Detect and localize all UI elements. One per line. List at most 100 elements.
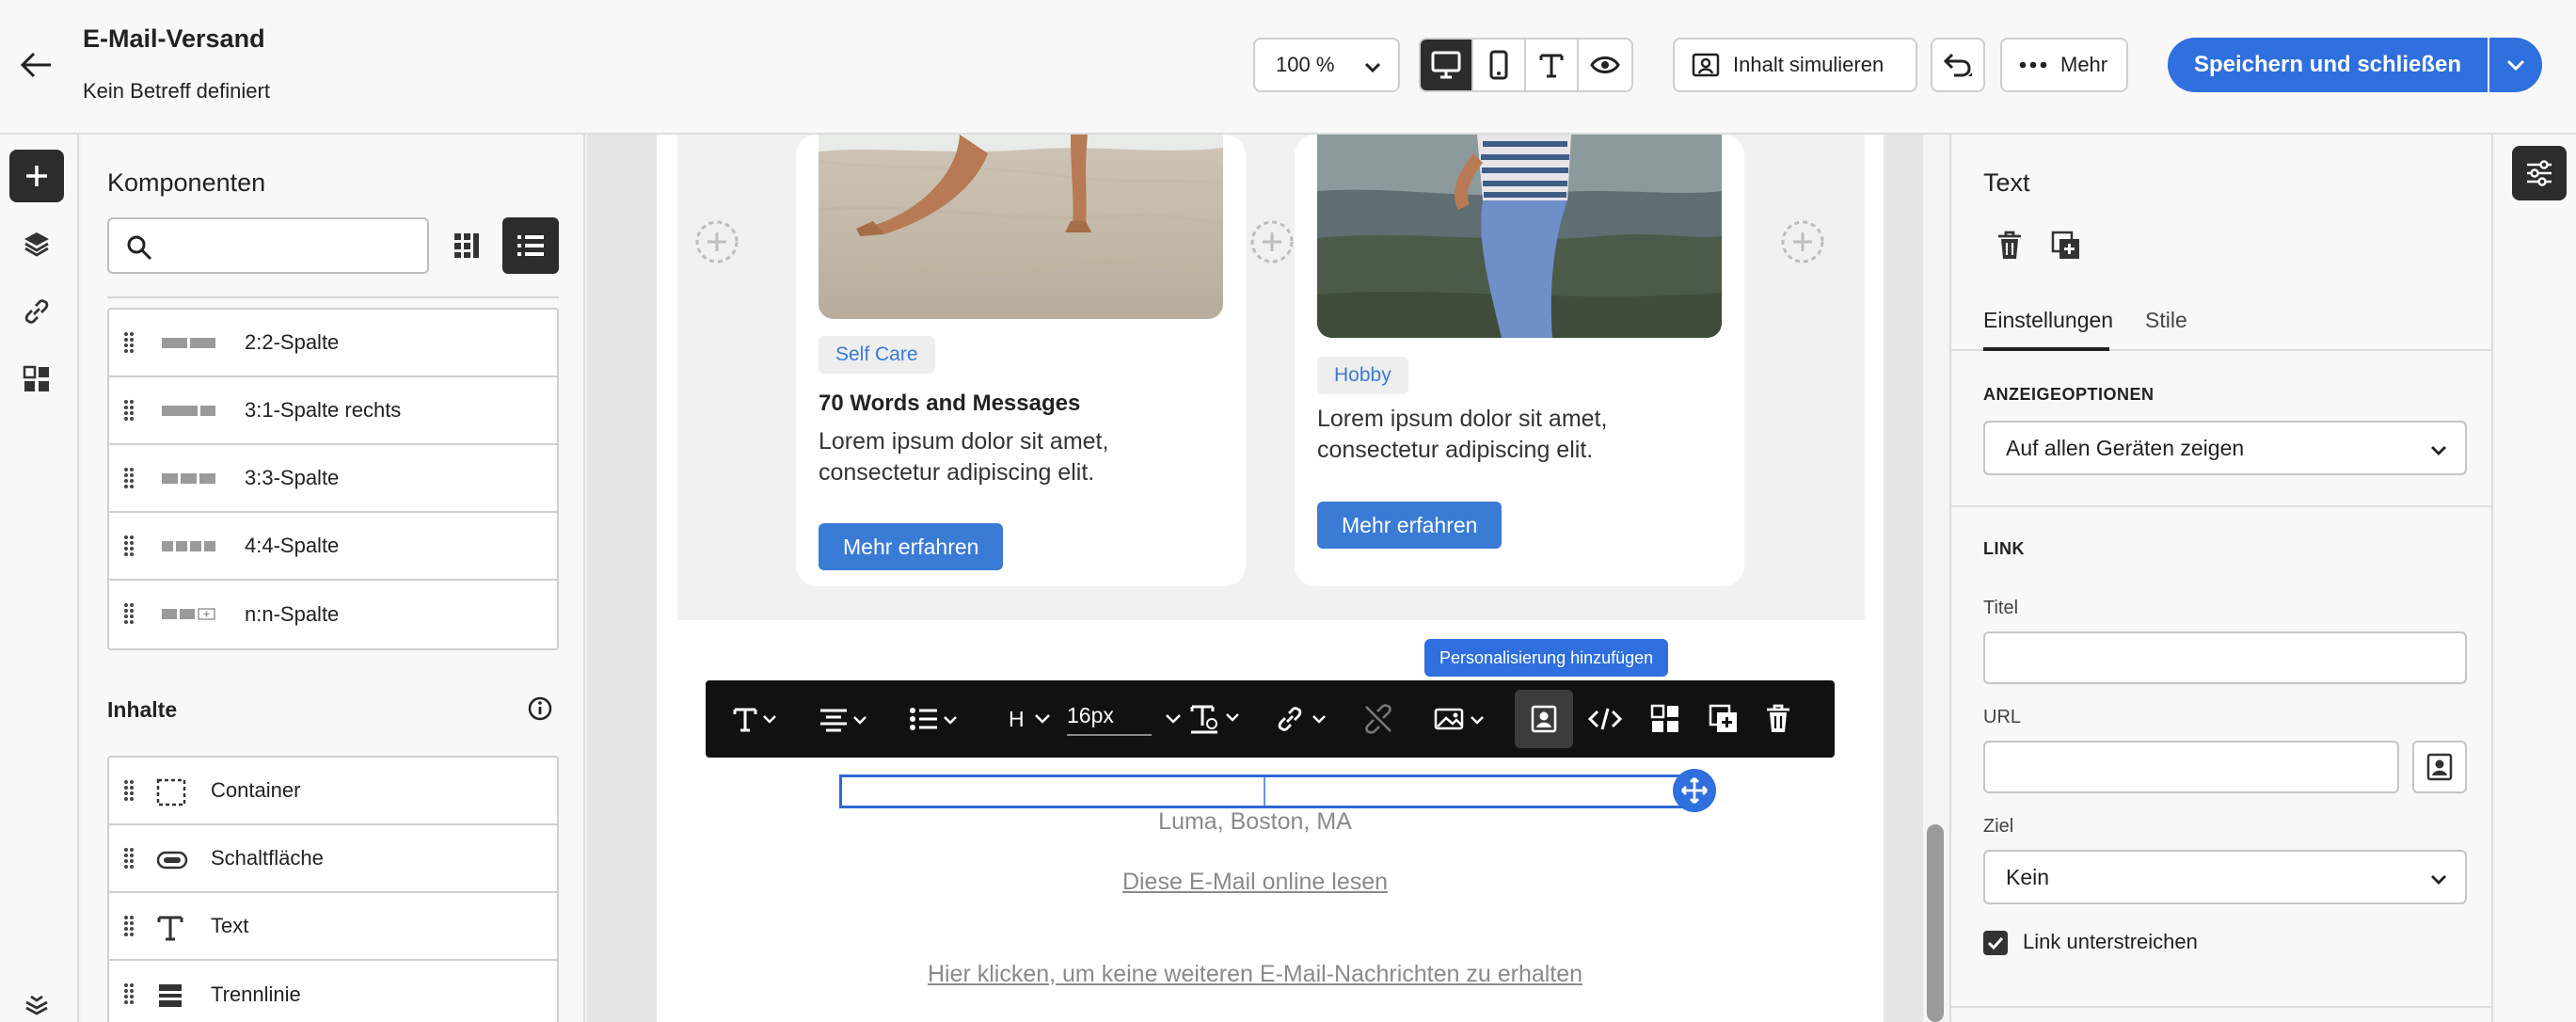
view-online-link: Diese E-Mail online lesen (587, 869, 1923, 896)
article-card[interactable]: Hobby Lorem ipsum dolor sit amet, consec… (1295, 135, 1744, 586)
desktop-view-button[interactable] (1421, 40, 1473, 90)
unsubscribe-text[interactable]: Hier klicken, um keine weiteren E-Mail-N… (928, 961, 1582, 987)
url-personalization-button[interactable] (2412, 741, 2467, 793)
simulate-content-button[interactable]: Inhalt simulieren (1673, 38, 1917, 92)
content-item-divider[interactable]: Trennlinie (109, 961, 557, 1022)
link-title-input[interactable] (1983, 631, 2467, 684)
link-url-input[interactable] (1983, 741, 2399, 793)
contents-heading: Inhalte (107, 697, 178, 722)
content-label: Container (211, 778, 301, 802)
add-components-button[interactable] (9, 150, 64, 202)
image-dropdown[interactable] (1434, 680, 1492, 758)
properties-toggle-button[interactable] (2512, 146, 2567, 200)
component-search[interactable] (107, 217, 429, 274)
drag-handle-icon (124, 468, 134, 488)
three-column-icon (162, 473, 215, 484)
search-input[interactable] (166, 229, 420, 264)
delete-button[interactable] (1765, 680, 1791, 758)
view-online-text[interactable]: Diese E-Mail online lesen (1122, 869, 1388, 895)
content-item-button[interactable]: Schaltfläche (109, 825, 557, 893)
text-color-icon (1190, 705, 1239, 734)
add-column-icon[interactable] (1249, 219, 1295, 264)
add-personalization-button[interactable] (1515, 690, 1573, 748)
card-text: Lorem ipsum dolor sit amet, consectetur … (1317, 406, 1608, 463)
content-label: Schaltfläche (211, 846, 324, 870)
undo-button[interactable] (1931, 38, 1985, 92)
display-options-value: Auf allen Geräten zeigen (2006, 435, 2245, 460)
divider-icon (159, 984, 182, 1007)
content-item-container[interactable]: Container (109, 758, 557, 825)
article-card[interactable]: Self Care 70 Words and Messages Lorem ip… (796, 135, 1246, 586)
personalization-icon (1531, 705, 1557, 733)
n-column-icon (162, 608, 215, 620)
text-view-button[interactable] (1526, 40, 1579, 90)
font-size-field[interactable]: 16px (1067, 680, 1182, 758)
list-icon (517, 235, 544, 256)
back-arrow-icon[interactable] (17, 45, 56, 85)
chevron-down-icon (2431, 446, 2446, 455)
structure-item-4-4[interactable]: 4:4-Spalte (109, 513, 557, 581)
duplicate-component-button[interactable] (2045, 225, 2087, 266)
undo-icon (1943, 53, 1972, 77)
structure-item-3-1[interactable]: 3:1-Spalte rechts (109, 377, 557, 445)
duplicate-button[interactable] (1709, 680, 1739, 758)
card-tag: Self Care (819, 336, 935, 374)
add-column-icon[interactable] (1780, 219, 1825, 264)
more-button[interactable]: Mehr (2000, 38, 2128, 92)
save-and-close-button[interactable]: Speichern und schließen (2168, 38, 2488, 92)
text-style-dropdown[interactable] (732, 680, 781, 758)
html-source-button[interactable] (1588, 680, 1622, 758)
learn-more-button[interactable]: Mehr erfahren (1317, 502, 1503, 549)
align-dropdown[interactable] (819, 680, 871, 758)
card-tag: Hobby (1317, 357, 1408, 394)
list-view-button[interactable] (502, 217, 559, 274)
underline-link-checkbox[interactable] (1983, 931, 2008, 955)
components-panel: Komponenten 2:2-Spalte 3:1-Spalte rechts… (81, 135, 585, 1022)
button-icon (156, 851, 188, 870)
learn-more-button[interactable]: Mehr erfahren (819, 523, 1004, 570)
drag-handle-icon (124, 603, 134, 624)
grid-view-button[interactable] (444, 223, 489, 268)
code-icon (1588, 708, 1622, 730)
layers-button[interactable] (9, 217, 64, 270)
layers-icon (24, 232, 49, 257)
card-section[interactable]: Self Care 70 Words and Messages Lorem ip… (677, 135, 1865, 620)
fragments-icon (23, 365, 49, 391)
structure-item-3-3[interactable]: 3:3-Spalte (109, 445, 557, 513)
top-header: E-Mail-Versand Kein Betreff definiert 10… (0, 0, 2576, 135)
list-dropdown[interactable] (909, 680, 962, 758)
page-subtitle: Kein Betreff definiert (83, 79, 270, 103)
delete-component-button[interactable] (1989, 225, 2030, 266)
unlink-button[interactable] (1362, 680, 1394, 758)
canvas-scrollbar[interactable] (1927, 824, 1944, 1022)
mobile-view-button[interactable] (1473, 40, 1526, 90)
link-target-select[interactable]: Kein (1983, 850, 2467, 904)
structure-item-n-n[interactable]: n:n-Spalte (109, 581, 557, 648)
fragment-button[interactable] (1650, 680, 1680, 758)
info-icon[interactable] (527, 695, 553, 722)
more-label: Mehr (2060, 53, 2108, 76)
structure-item-2-2[interactable]: 2:2-Spalte (109, 310, 557, 377)
move-handle[interactable] (1673, 769, 1716, 812)
font-size-value: 16px (1067, 703, 1152, 736)
text-color-dropdown[interactable] (1189, 680, 1246, 758)
selected-text-block[interactable] (839, 774, 1693, 808)
content-label: Text (211, 914, 249, 937)
structure-label: 2:2-Spalte (245, 330, 340, 354)
editor-canvas: Self Care 70 Words and Messages Lorem ip… (587, 135, 1923, 1022)
zoom-value: 100 % (1276, 53, 1335, 76)
display-options-select[interactable]: Auf allen Geräten zeigen (1983, 421, 2467, 475)
more-dots-icon (2019, 61, 2047, 69)
content-item-text[interactable]: Text (109, 893, 557, 961)
zoom-select[interactable]: 100 % (1253, 38, 1400, 92)
fragments-button[interactable] (9, 353, 64, 406)
tab-styles[interactable]: Stile (2145, 308, 2187, 333)
heading-dropdown[interactable]: H (1009, 680, 1051, 758)
link-dropdown[interactable] (1276, 680, 1336, 758)
add-column-icon[interactable] (694, 219, 739, 264)
tab-settings[interactable]: Einstellungen (1983, 308, 2113, 333)
save-options-dropdown[interactable] (2489, 38, 2542, 92)
bottom-rail-button[interactable] (9, 980, 64, 1022)
preview-button[interactable] (1579, 40, 1631, 90)
links-button[interactable] (9, 285, 64, 338)
